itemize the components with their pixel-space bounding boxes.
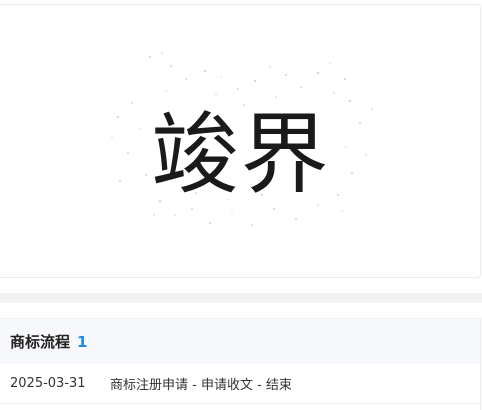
trademark-image-card: 竣界 [0,4,481,278]
process-date: 2025-03-31 [10,376,86,391]
section-divider [0,293,482,303]
trademark-name: 竣界 [150,103,331,206]
process-count: 1 [77,332,88,351]
process-header: 商标流程 1 [0,318,480,364]
process-title: 商标流程 [10,333,71,351]
trademark-process-section: 商标流程 1 2025-03-31 商标注册申请 - 申请收文 - 结束 [0,318,481,410]
trademark-detail-page: 竣界 商标流程 1 2025-03-31 商标注册申请 - 申请收文 - 结束 [0,0,482,410]
process-row: 2025-03-31 商标注册申请 - 申请收文 - 结束 [0,364,480,404]
process-description: 商标注册申请 - 申请收文 - 结束 [110,378,292,393]
